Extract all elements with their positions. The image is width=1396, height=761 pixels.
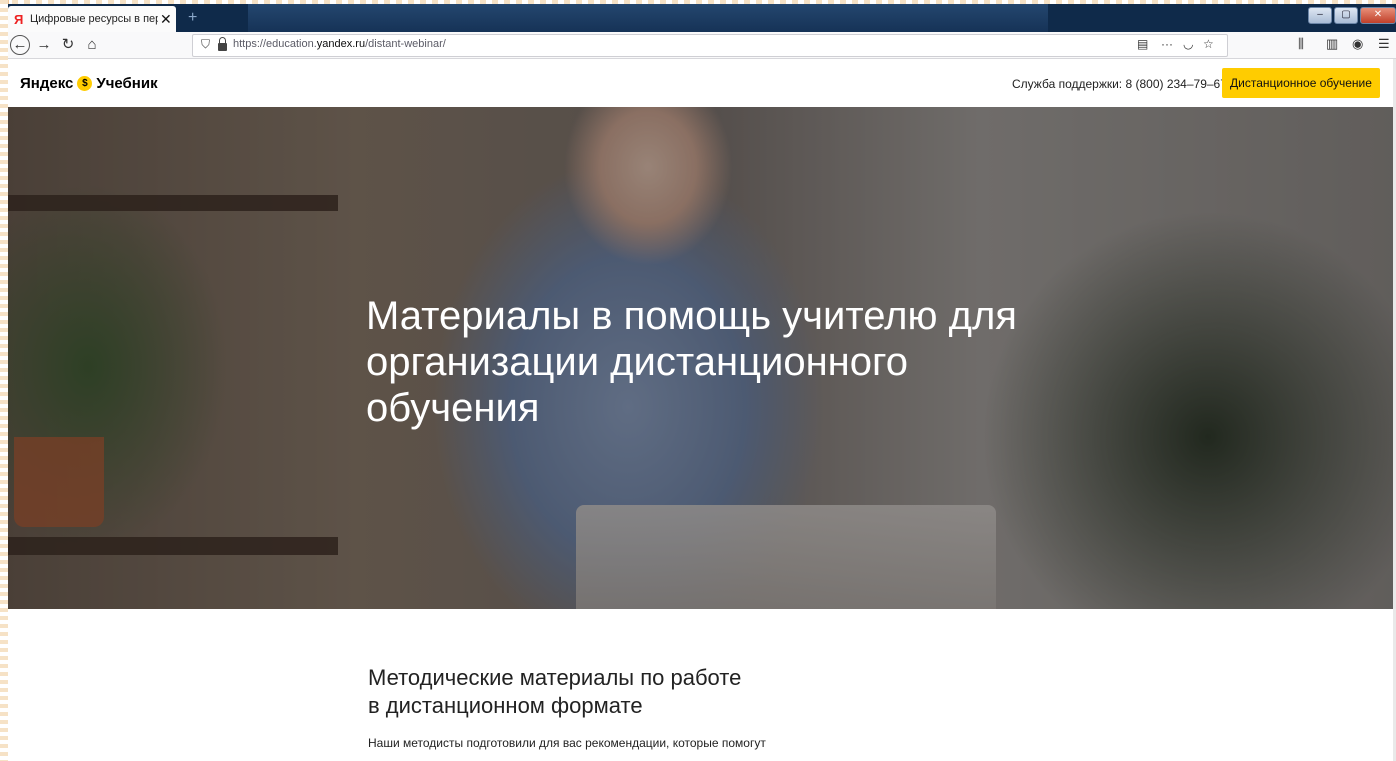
- hero-title-line: Материалы в помощь учителю для: [366, 294, 1017, 338]
- section-heading: Методические материалы по работе в диста…: [368, 664, 928, 720]
- minimize-button[interactable]: –: [1308, 7, 1332, 24]
- close-tab-icon[interactable]: ✕: [160, 11, 172, 28]
- new-tab-button[interactable]: +: [188, 9, 197, 27]
- navigation-toolbar: ← → ↻ ⌂ ⛉ https://education.yandex.ru/di…: [8, 32, 1396, 59]
- support-phone[interactable]: Служба поддержки: 8 (800) 234–79–67: [1012, 77, 1227, 91]
- yandex-favicon-icon: Я: [14, 11, 24, 27]
- pocket-icon[interactable]: ◡: [1183, 37, 1193, 51]
- url-prefix: https://education.: [233, 38, 317, 50]
- section-heading-line: Методические материалы по работе: [368, 665, 742, 690]
- section-heading-line: в дистанционном формате: [368, 693, 643, 718]
- browser-tab[interactable]: Я Цифровые ресурсы в период ✕: [8, 6, 176, 32]
- url-host: yandex.ru: [316, 38, 366, 50]
- url-path: /distant-webinar/: [365, 38, 446, 50]
- sidebar-icon[interactable]: ▥: [1326, 36, 1338, 52]
- home-button[interactable]: ⌂: [82, 35, 102, 55]
- site-logo[interactable]: Яндекс $ Учебник: [20, 75, 158, 92]
- materials-section: Методические материалы по работе в диста…: [368, 664, 928, 752]
- close-window-button[interactable]: ✕: [1360, 7, 1396, 24]
- library-icon[interactable]: ⫼: [1298, 36, 1304, 52]
- logo-uchebnik: Учебник: [96, 75, 158, 92]
- distance-learning-button[interactable]: Дистанционное обучение: [1222, 68, 1380, 98]
- window-controls: – ▢ ✕: [1308, 7, 1396, 24]
- coin-icon: $: [77, 76, 93, 91]
- url-text[interactable]: https://education.yandex.ru/distant-webi…: [233, 38, 446, 50]
- section-text: Наши методисты подготовили для вас реком…: [368, 736, 766, 750]
- reader-view-icon[interactable]: ▤: [1137, 37, 1148, 51]
- forward-button[interactable]: →: [34, 35, 54, 55]
- reload-button[interactable]: ↻: [58, 35, 78, 55]
- page-actions-icon[interactable]: ···: [1161, 37, 1173, 51]
- hero-title-line: обучения: [366, 386, 540, 430]
- tab-title: Цифровые ресурсы в период: [30, 13, 158, 25]
- web-page: Яндекс $ Учебник Служба поддержки: 8 (80…: [8, 59, 1396, 761]
- account-icon[interactable]: ◉: [1352, 36, 1363, 52]
- titlebar-glow: [248, 4, 1048, 32]
- tab-bar: Я Цифровые ресурсы в период ✕ + – ▢ ✕: [8, 4, 1396, 32]
- lock-icon[interactable]: [218, 37, 227, 51]
- address-bar[interactable]: ⛉ https://education.yandex.ru/distant-we…: [192, 34, 1228, 57]
- maximize-button[interactable]: ▢: [1334, 7, 1358, 24]
- back-button[interactable]: ←: [10, 35, 30, 55]
- logo-yandex: Яндекс: [20, 75, 74, 92]
- bookmark-star-icon[interactable]: ☆: [1203, 37, 1214, 51]
- hero-title: Материалы в помощь учителю для организац…: [366, 293, 1046, 431]
- site-header: Яндекс $ Учебник Служба поддержки: 8 (80…: [8, 59, 1396, 107]
- menu-icon[interactable]: ☰: [1378, 36, 1390, 52]
- tracking-shield-icon[interactable]: ⛉: [201, 37, 210, 52]
- hero-title-line: организации дистанционного: [366, 340, 908, 384]
- hero-banner: Материалы в помощь учителю для организац…: [8, 107, 1396, 609]
